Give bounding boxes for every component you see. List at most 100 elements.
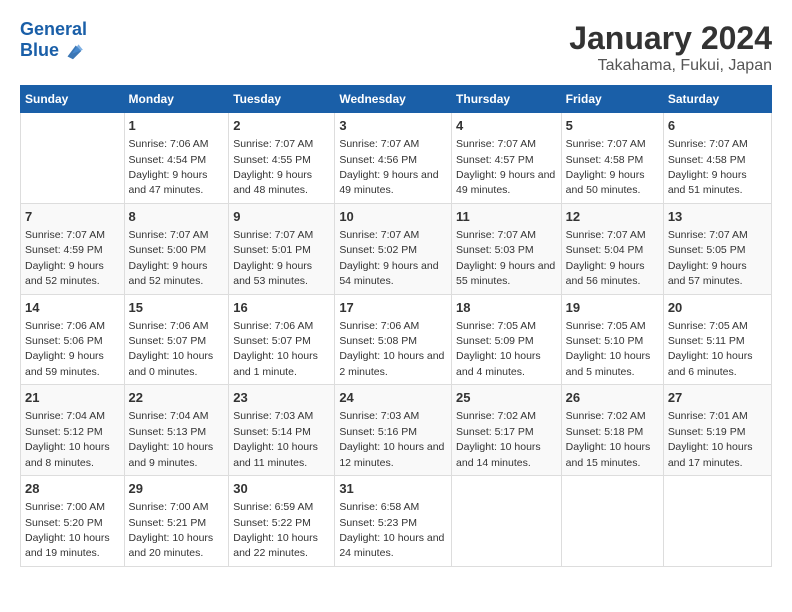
calendar-cell: 19 Sunrise: 7:05 AMSunset: 5:10 PMDaylig… bbox=[561, 294, 663, 385]
day-number: 5 bbox=[566, 117, 659, 135]
sunrise-info: Sunrise: 7:07 AMSunset: 5:00 PMDaylight:… bbox=[129, 229, 209, 287]
calendar-cell: 26 Sunrise: 7:02 AMSunset: 5:18 PMDaylig… bbox=[561, 385, 663, 476]
sunrise-info: Sunrise: 7:06 AMSunset: 5:06 PMDaylight:… bbox=[25, 320, 105, 378]
calendar-cell: 16 Sunrise: 7:06 AMSunset: 5:07 PMDaylig… bbox=[229, 294, 335, 385]
page-header: General Blue January 2024 Takahama, Fuku… bbox=[20, 20, 772, 75]
sunrise-info: Sunrise: 7:02 AMSunset: 5:17 PMDaylight:… bbox=[456, 410, 541, 468]
calendar-cell: 10 Sunrise: 7:07 AMSunset: 5:02 PMDaylig… bbox=[335, 203, 452, 294]
calendar-cell: 20 Sunrise: 7:05 AMSunset: 5:11 PMDaylig… bbox=[663, 294, 771, 385]
sunrise-info: Sunrise: 7:07 AMSunset: 4:58 PMDaylight:… bbox=[566, 138, 646, 196]
col-header-tuesday: Tuesday bbox=[229, 86, 335, 113]
calendar-cell: 25 Sunrise: 7:02 AMSunset: 5:17 PMDaylig… bbox=[452, 385, 562, 476]
sunrise-info: Sunrise: 6:58 AMSunset: 5:23 PMDaylight:… bbox=[339, 501, 444, 559]
calendar-cell: 31 Sunrise: 6:58 AMSunset: 5:23 PMDaylig… bbox=[335, 476, 452, 567]
calendar-cell: 17 Sunrise: 7:06 AMSunset: 5:08 PMDaylig… bbox=[335, 294, 452, 385]
calendar-cell: 9 Sunrise: 7:07 AMSunset: 5:01 PMDayligh… bbox=[229, 203, 335, 294]
calendar-cell: 30 Sunrise: 6:59 AMSunset: 5:22 PMDaylig… bbox=[229, 476, 335, 567]
calendar-cell: 24 Sunrise: 7:03 AMSunset: 5:16 PMDaylig… bbox=[335, 385, 452, 476]
logo-bird-icon bbox=[62, 40, 84, 62]
day-number: 22 bbox=[129, 389, 225, 407]
sunrise-info: Sunrise: 7:06 AMSunset: 5:08 PMDaylight:… bbox=[339, 320, 444, 378]
day-number: 15 bbox=[129, 299, 225, 317]
day-number: 4 bbox=[456, 117, 557, 135]
sunrise-info: Sunrise: 7:06 AMSunset: 4:54 PMDaylight:… bbox=[129, 138, 209, 196]
sunrise-info: Sunrise: 7:05 AMSunset: 5:11 PMDaylight:… bbox=[668, 320, 753, 378]
day-number: 6 bbox=[668, 117, 767, 135]
calendar-week-row: 7 Sunrise: 7:07 AMSunset: 4:59 PMDayligh… bbox=[21, 203, 772, 294]
sunrise-info: Sunrise: 7:07 AMSunset: 5:03 PMDaylight:… bbox=[456, 229, 555, 287]
day-number: 21 bbox=[25, 389, 120, 407]
day-number: 28 bbox=[25, 480, 120, 498]
calendar-cell: 6 Sunrise: 7:07 AMSunset: 4:58 PMDayligh… bbox=[663, 113, 771, 204]
sunrise-info: Sunrise: 7:04 AMSunset: 5:13 PMDaylight:… bbox=[129, 410, 214, 468]
day-number: 20 bbox=[668, 299, 767, 317]
calendar-week-row: 28 Sunrise: 7:00 AMSunset: 5:20 PMDaylig… bbox=[21, 476, 772, 567]
col-header-monday: Monday bbox=[124, 86, 229, 113]
day-number: 17 bbox=[339, 299, 447, 317]
calendar-cell: 28 Sunrise: 7:00 AMSunset: 5:20 PMDaylig… bbox=[21, 476, 125, 567]
sunrise-info: Sunrise: 7:07 AMSunset: 4:59 PMDaylight:… bbox=[25, 229, 105, 287]
calendar-cell: 18 Sunrise: 7:05 AMSunset: 5:09 PMDaylig… bbox=[452, 294, 562, 385]
sunrise-info: Sunrise: 7:05 AMSunset: 5:09 PMDaylight:… bbox=[456, 320, 541, 378]
col-header-thursday: Thursday bbox=[452, 86, 562, 113]
sunrise-info: Sunrise: 7:07 AMSunset: 4:55 PMDaylight:… bbox=[233, 138, 313, 196]
day-number: 16 bbox=[233, 299, 330, 317]
day-number: 27 bbox=[668, 389, 767, 407]
day-number: 13 bbox=[668, 208, 767, 226]
sunrise-info: Sunrise: 7:07 AMSunset: 4:58 PMDaylight:… bbox=[668, 138, 748, 196]
sunrise-info: Sunrise: 7:03 AMSunset: 5:16 PMDaylight:… bbox=[339, 410, 444, 468]
calendar-cell: 2 Sunrise: 7:07 AMSunset: 4:55 PMDayligh… bbox=[229, 113, 335, 204]
calendar-cell bbox=[663, 476, 771, 567]
calendar-cell: 11 Sunrise: 7:07 AMSunset: 5:03 PMDaylig… bbox=[452, 203, 562, 294]
sunrise-info: Sunrise: 7:07 AMSunset: 4:57 PMDaylight:… bbox=[456, 138, 555, 196]
day-number: 19 bbox=[566, 299, 659, 317]
calendar-cell: 12 Sunrise: 7:07 AMSunset: 5:04 PMDaylig… bbox=[561, 203, 663, 294]
calendar-header-row: SundayMondayTuesdayWednesdayThursdayFrid… bbox=[21, 86, 772, 113]
sunrise-info: Sunrise: 7:06 AMSunset: 5:07 PMDaylight:… bbox=[129, 320, 214, 378]
day-number: 29 bbox=[129, 480, 225, 498]
calendar-week-row: 1 Sunrise: 7:06 AMSunset: 4:54 PMDayligh… bbox=[21, 113, 772, 204]
sunrise-info: Sunrise: 7:01 AMSunset: 5:19 PMDaylight:… bbox=[668, 410, 753, 468]
calendar-cell: 1 Sunrise: 7:06 AMSunset: 4:54 PMDayligh… bbox=[124, 113, 229, 204]
calendar-cell: 22 Sunrise: 7:04 AMSunset: 5:13 PMDaylig… bbox=[124, 385, 229, 476]
day-number: 12 bbox=[566, 208, 659, 226]
sunrise-info: Sunrise: 7:04 AMSunset: 5:12 PMDaylight:… bbox=[25, 410, 110, 468]
calendar-cell: 15 Sunrise: 7:06 AMSunset: 5:07 PMDaylig… bbox=[124, 294, 229, 385]
calendar-cell: 3 Sunrise: 7:07 AMSunset: 4:56 PMDayligh… bbox=[335, 113, 452, 204]
sunrise-info: Sunrise: 7:06 AMSunset: 5:07 PMDaylight:… bbox=[233, 320, 318, 378]
sunrise-info: Sunrise: 7:07 AMSunset: 5:04 PMDaylight:… bbox=[566, 229, 646, 287]
sunrise-info: Sunrise: 7:05 AMSunset: 5:10 PMDaylight:… bbox=[566, 320, 651, 378]
title-block: January 2024 Takahama, Fukui, Japan bbox=[569, 20, 772, 75]
calendar-cell: 23 Sunrise: 7:03 AMSunset: 5:14 PMDaylig… bbox=[229, 385, 335, 476]
day-number: 25 bbox=[456, 389, 557, 407]
day-number: 31 bbox=[339, 480, 447, 498]
day-number: 9 bbox=[233, 208, 330, 226]
calendar-cell: 27 Sunrise: 7:01 AMSunset: 5:19 PMDaylig… bbox=[663, 385, 771, 476]
calendar-table: SundayMondayTuesdayWednesdayThursdayFrid… bbox=[20, 85, 772, 567]
day-number: 1 bbox=[129, 117, 225, 135]
col-header-friday: Friday bbox=[561, 86, 663, 113]
col-header-sunday: Sunday bbox=[21, 86, 125, 113]
sunrise-info: Sunrise: 7:00 AMSunset: 5:20 PMDaylight:… bbox=[25, 501, 110, 559]
calendar-cell bbox=[21, 113, 125, 204]
logo: General Blue bbox=[20, 20, 87, 62]
day-number: 8 bbox=[129, 208, 225, 226]
day-number: 7 bbox=[25, 208, 120, 226]
sunrise-info: Sunrise: 7:07 AMSunset: 4:56 PMDaylight:… bbox=[339, 138, 438, 196]
calendar-cell: 13 Sunrise: 7:07 AMSunset: 5:05 PMDaylig… bbox=[663, 203, 771, 294]
calendar-cell bbox=[452, 476, 562, 567]
calendar-week-row: 14 Sunrise: 7:06 AMSunset: 5:06 PMDaylig… bbox=[21, 294, 772, 385]
calendar-cell: 7 Sunrise: 7:07 AMSunset: 4:59 PMDayligh… bbox=[21, 203, 125, 294]
sunrise-info: Sunrise: 7:03 AMSunset: 5:14 PMDaylight:… bbox=[233, 410, 318, 468]
sunrise-info: Sunrise: 7:07 AMSunset: 5:01 PMDaylight:… bbox=[233, 229, 313, 287]
day-number: 24 bbox=[339, 389, 447, 407]
calendar-cell bbox=[561, 476, 663, 567]
calendar-cell: 21 Sunrise: 7:04 AMSunset: 5:12 PMDaylig… bbox=[21, 385, 125, 476]
day-number: 30 bbox=[233, 480, 330, 498]
sunrise-info: Sunrise: 7:00 AMSunset: 5:21 PMDaylight:… bbox=[129, 501, 214, 559]
day-number: 26 bbox=[566, 389, 659, 407]
calendar-subtitle: Takahama, Fukui, Japan bbox=[569, 57, 772, 75]
logo-text: General Blue bbox=[20, 20, 87, 62]
calendar-title: January 2024 bbox=[569, 20, 772, 57]
calendar-cell: 14 Sunrise: 7:06 AMSunset: 5:06 PMDaylig… bbox=[21, 294, 125, 385]
